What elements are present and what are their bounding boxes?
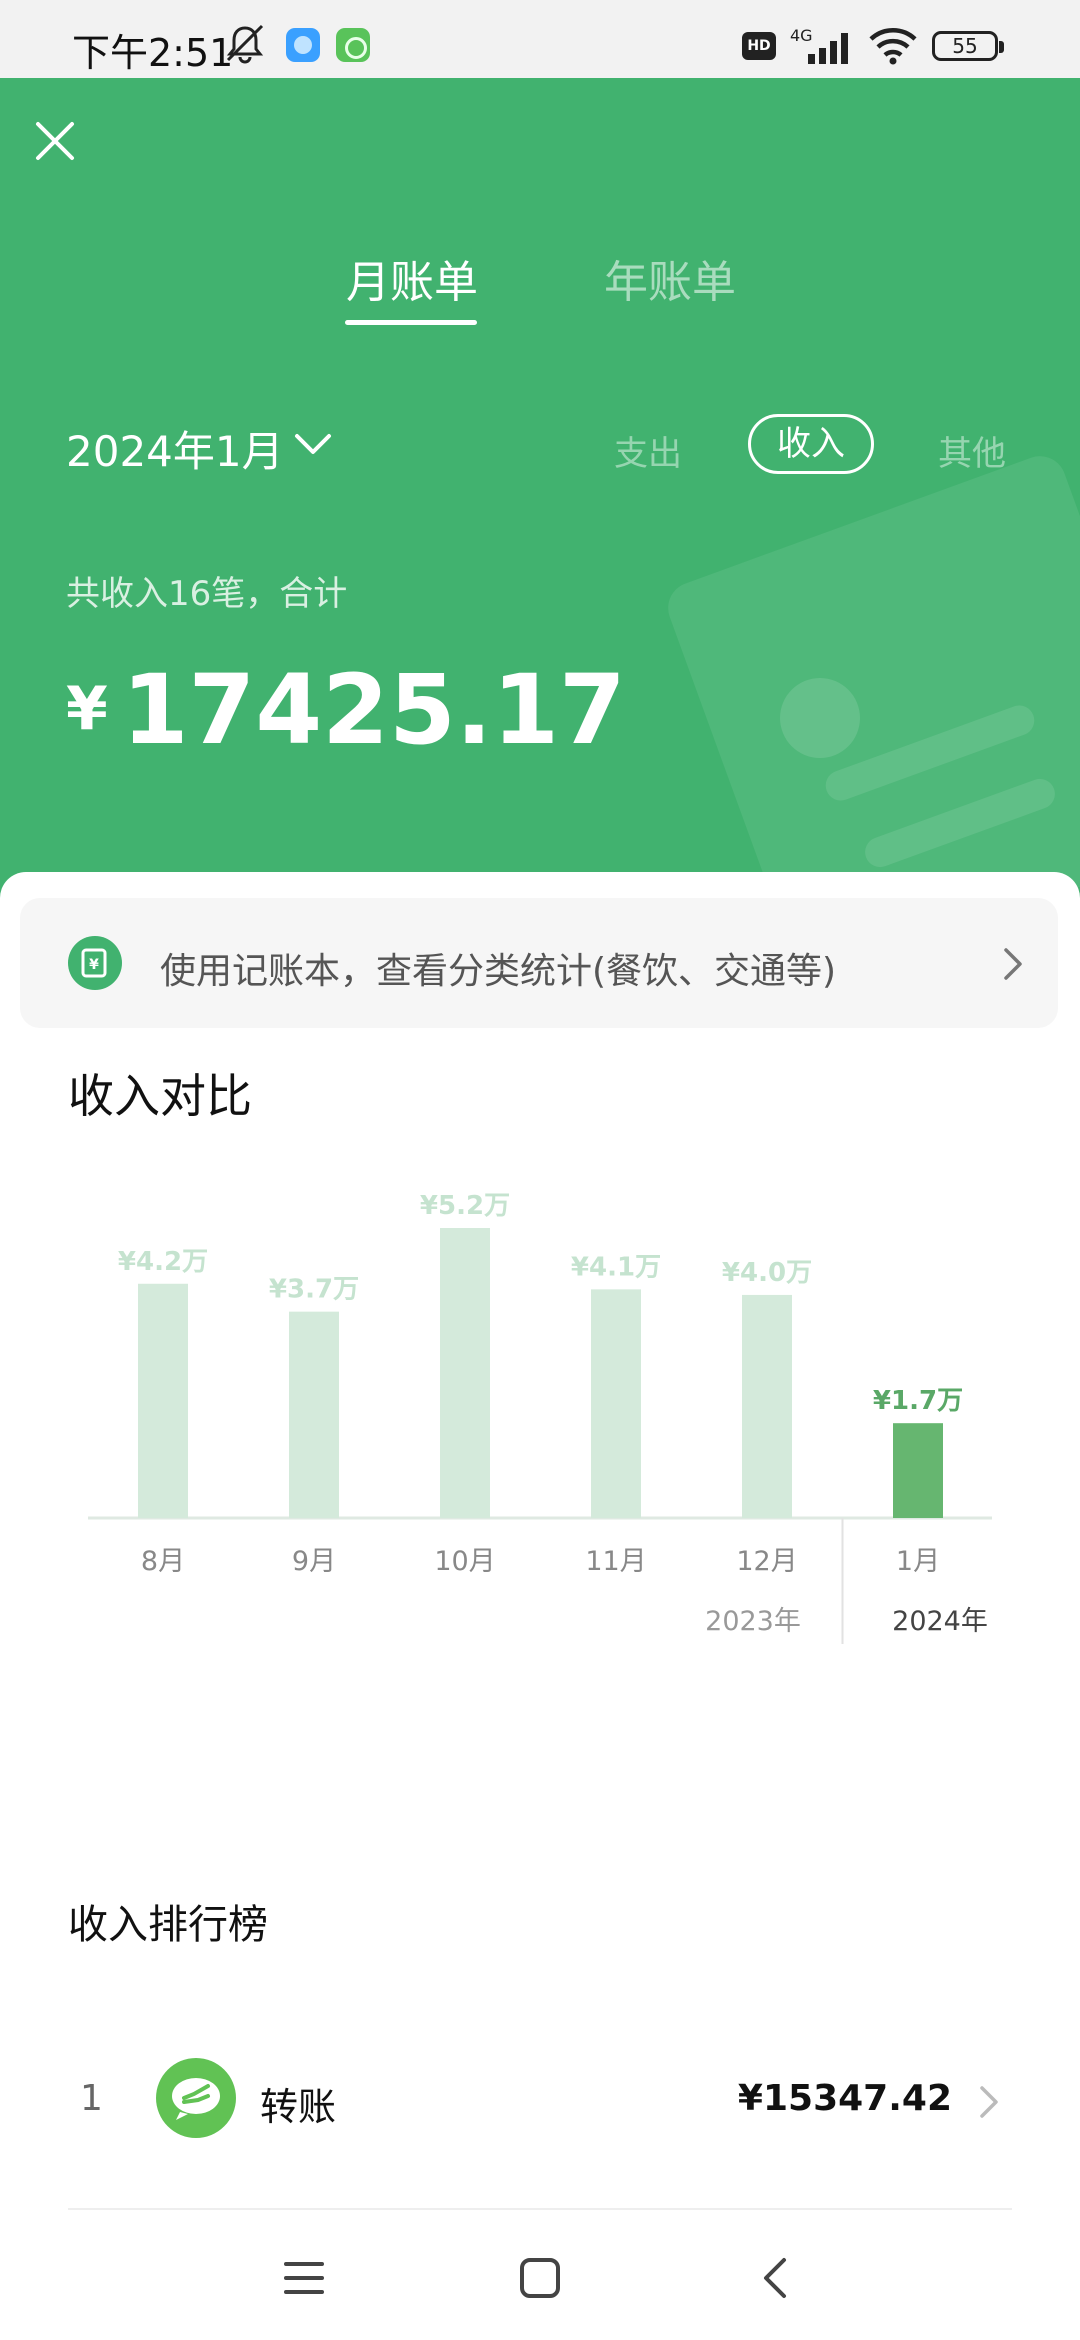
ledger-banner[interactable]: ¥ 使用记账本，查看分类统计(餐饮、交通等) — [20, 898, 1058, 1028]
total-value: 17425.17 — [121, 654, 626, 766]
chart-bar[interactable] — [440, 1228, 490, 1518]
year-label: 2024年 — [892, 1606, 988, 1637]
status-time: 下午2:51 — [72, 31, 234, 75]
decorative-card — [660, 448, 1080, 898]
app-notification-icon — [286, 28, 320, 62]
tab-monthly-bill[interactable]: 月账单 — [346, 246, 478, 310]
chart-bar[interactable] — [742, 1294, 792, 1518]
bill-header: 月账单 年账单 2024年1月 支出 收入 其他 共收入16笔，合计 ¥1742… — [0, 78, 1080, 898]
content-card: ¥ 使用记账本，查看分类统计(餐饮、交通等) 收入对比 ¥4.2万 8月 ¥3.7万… — [0, 872, 1080, 2212]
app-notification-icon — [336, 28, 370, 62]
active-tab-indicator — [345, 320, 477, 325]
home-icon[interactable] — [512, 2250, 568, 2306]
filter-other[interactable]: 其他 — [938, 426, 1006, 475]
transfer-icon — [156, 2058, 236, 2138]
x-tick-label: 12月 — [736, 1546, 797, 1577]
wifi-icon — [869, 28, 917, 65]
income-summary: 共收入16笔，合计 — [66, 574, 348, 614]
chart-bar[interactable] — [893, 1423, 943, 1518]
ledger-banner-text: 使用记账本，查看分类统计(餐饮、交通等) — [160, 951, 837, 992]
status-bar: 下午2:51 HD 4G 55 — [0, 0, 1080, 78]
chevron-down-icon[interactable] — [292, 430, 334, 460]
month-selector[interactable]: 2024年1月 — [66, 418, 284, 479]
bar-value-label: ¥4.0万 — [722, 1258, 812, 1288]
menu-icon[interactable] — [276, 2250, 332, 2306]
income-compare-title: 收入对比 — [68, 1069, 252, 1123]
rank-number: 1 — [80, 2078, 103, 2119]
bar-value-label: ¥3.7万 — [269, 1275, 359, 1305]
battery-level: 55 — [952, 34, 978, 58]
filter-expense[interactable]: 支出 — [614, 426, 682, 475]
chart-bar[interactable] — [138, 1283, 188, 1518]
bar-value-label: ¥4.2万 — [118, 1247, 208, 1277]
back-icon[interactable] — [748, 2250, 804, 2306]
tab-yearly-bill[interactable]: 年账单 — [604, 246, 736, 310]
ranking-row[interactable]: 1 转账 ¥15347.42 — [0, 2042, 1080, 2162]
signal-icon — [808, 33, 848, 64]
x-tick-label: 1月 — [896, 1546, 940, 1577]
x-tick-label: 9月 — [292, 1546, 336, 1577]
hd-badge: HD — [742, 32, 776, 60]
filter-income[interactable]: 收入 — [748, 414, 874, 474]
chart-bar[interactable] — [591, 1289, 641, 1518]
total-amount: ¥17425.17 — [66, 654, 626, 766]
ledger-icon: ¥ — [68, 936, 122, 990]
rank-item-amount: ¥15347.42 — [737, 2078, 952, 2119]
bar-value-label: ¥4.1万 — [571, 1252, 661, 1282]
decorative-circle — [780, 678, 860, 758]
x-tick-label: 10月 — [434, 1546, 495, 1577]
rank-item-name: 转账 — [260, 2085, 337, 2129]
bell-off-icon — [226, 24, 264, 64]
svg-text:¥: ¥ — [89, 957, 99, 973]
bar-value-label: ¥5.2万 — [420, 1191, 510, 1221]
divider — [68, 2208, 1012, 2210]
bar-value-label: ¥1.7万 — [873, 1386, 963, 1416]
chevron-right-icon — [1004, 948, 1022, 980]
close-icon[interactable] — [30, 116, 80, 166]
battery-icon: 55 — [932, 31, 1004, 61]
x-tick-label: 8月 — [141, 1546, 185, 1577]
income-ranking-title: 收入排行榜 — [68, 1902, 268, 1948]
system-nav-bar — [0, 2212, 1080, 2340]
chart-bar[interactable] — [289, 1311, 339, 1518]
year-label: 2023年 — [705, 1606, 801, 1637]
x-tick-label: 11月 — [585, 1546, 646, 1577]
income-compare-chart: ¥4.2万 8月 ¥3.7万 9月 ¥5.2万 10月 ¥4.1万 11月 ¥4.0万 12月 ¥1… — [88, 1191, 992, 1644]
currency-symbol: ¥ — [66, 674, 108, 744]
chevron-right-icon — [980, 2086, 998, 2118]
